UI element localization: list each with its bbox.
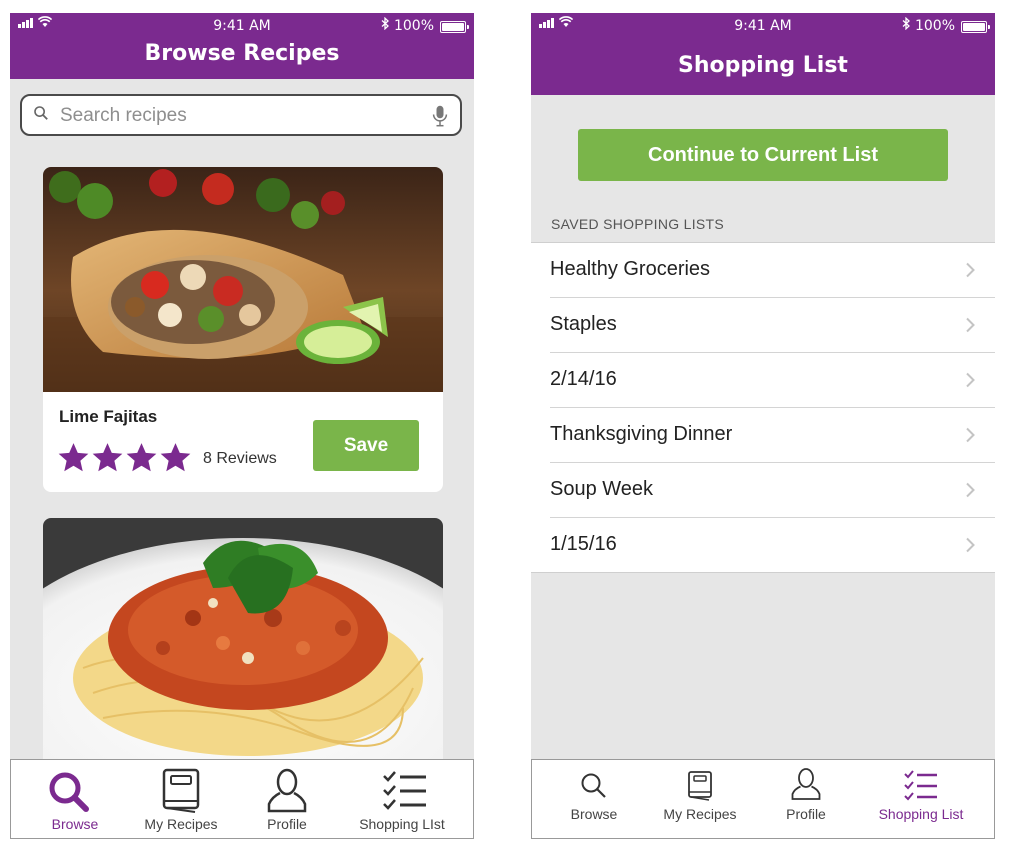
bluetooth-icon (381, 16, 390, 34)
recipe-name: Lime Fajitas (59, 407, 158, 426)
search-input[interactable] (58, 102, 422, 130)
list-item-label: Soup Week (550, 478, 654, 500)
list-item[interactable]: Healthy Groceries (550, 243, 995, 298)
list-item-label: 1/15/16 (550, 533, 617, 555)
page-title: Shopping List (678, 53, 848, 78)
list-item-label: Thanksgiving Dinner (550, 423, 733, 445)
rating-stars (57, 441, 192, 474)
list-item-label: 2/14/16 (550, 368, 617, 390)
page-title: Browse Recipes (144, 41, 340, 66)
list-item-label: Healthy Groceries (550, 258, 711, 280)
tab-shopping-list[interactable]: Shopping List (862, 760, 980, 838)
star-icon (160, 443, 191, 472)
browse-screen: 9:41 AM 100% Browse Recipes Search recip… (10, 13, 474, 839)
list-item[interactable]: Thanksgiving Dinner (550, 408, 995, 463)
tab-profile[interactable]: Profile (237, 760, 337, 838)
recipe-image-fajitas (43, 167, 443, 392)
status-bar: 9:41 AM 100% (531, 13, 995, 41)
microphone-icon[interactable] (432, 105, 448, 127)
review-count[interactable]: 8 Reviews (203, 450, 277, 468)
tab-label: Profile (786, 806, 826, 822)
search-icon (49, 772, 89, 812)
battery-icon (440, 21, 469, 33)
tab-profile[interactable]: Profile (756, 760, 856, 838)
tab-my-recipes[interactable]: My Recipes (131, 760, 231, 838)
star-icon (126, 443, 157, 472)
tab-label: Browse (570, 806, 618, 822)
tab-browse[interactable]: Browse (544, 760, 644, 838)
recipe-card[interactable] (43, 518, 443, 778)
chevron-right-icon (966, 262, 975, 278)
section-header: SAVED SHOPPING LISTS (551, 216, 725, 232)
tab-bar: Browse My Recipes Profile (10, 759, 474, 839)
tab-browse[interactable]: Browse (25, 760, 125, 838)
bluetooth-icon (902, 16, 911, 34)
tab-label: Shopping List (878, 806, 964, 822)
tab-label: Profile (267, 816, 307, 832)
person-icon (267, 768, 307, 813)
shopping-header: 9:41 AM 100% Shopping List (531, 13, 995, 95)
tab-bar: Browse My Recipes Profile (531, 759, 995, 839)
status-bar: 9:41 AM 100% (10, 13, 474, 41)
book-icon (688, 771, 712, 801)
battery-percent: 100% (914, 18, 955, 34)
person-icon (791, 768, 821, 800)
search-icon (581, 773, 606, 798)
chevron-right-icon (966, 537, 975, 553)
chevron-right-icon (966, 372, 975, 388)
recipe-card[interactable]: Lime Fajitas 8 Reviews Save (43, 167, 443, 492)
list-item[interactable]: Staples (550, 298, 995, 353)
checklist-icon (383, 771, 426, 810)
continue-to-current-list-button[interactable]: Continue to Current List (578, 129, 948, 181)
shopping-list-screen: 9:41 AM 100% Shopping List Continue to C… (531, 13, 995, 839)
list-item[interactable]: 2/14/16 (550, 353, 995, 408)
chevron-right-icon (966, 317, 975, 333)
tab-label: My Recipes (663, 806, 737, 822)
list-item-label: Staples (550, 313, 617, 335)
recipe-image-spaghetti (43, 518, 443, 778)
list-item[interactable]: 1/15/16 (550, 518, 995, 572)
checklist-icon (904, 770, 937, 801)
search-icon (34, 106, 48, 120)
list-item[interactable]: Soup Week (550, 463, 995, 518)
battery-percent: 100% (393, 18, 434, 34)
chevron-right-icon (966, 427, 975, 443)
tab-label: My Recipes (144, 816, 218, 832)
search-bar[interactable] (20, 94, 462, 136)
tab-my-recipes[interactable]: My Recipes (650, 760, 750, 838)
chevron-right-icon (966, 482, 975, 498)
star-icon (58, 443, 89, 472)
browse-header: 9:41 AM 100% Browse Recipes (10, 13, 474, 79)
battery-icon (961, 21, 990, 33)
star-icon (92, 443, 123, 472)
book-icon (162, 768, 200, 813)
save-button[interactable]: Save (313, 420, 419, 471)
saved-lists: Healthy Groceries Staples 2/14/16 Thanks… (531, 242, 995, 573)
tab-shopping-list[interactable]: Shopping LIst (347, 760, 457, 838)
tab-label: Browse (51, 816, 99, 832)
tab-label: Shopping LIst (359, 816, 445, 832)
